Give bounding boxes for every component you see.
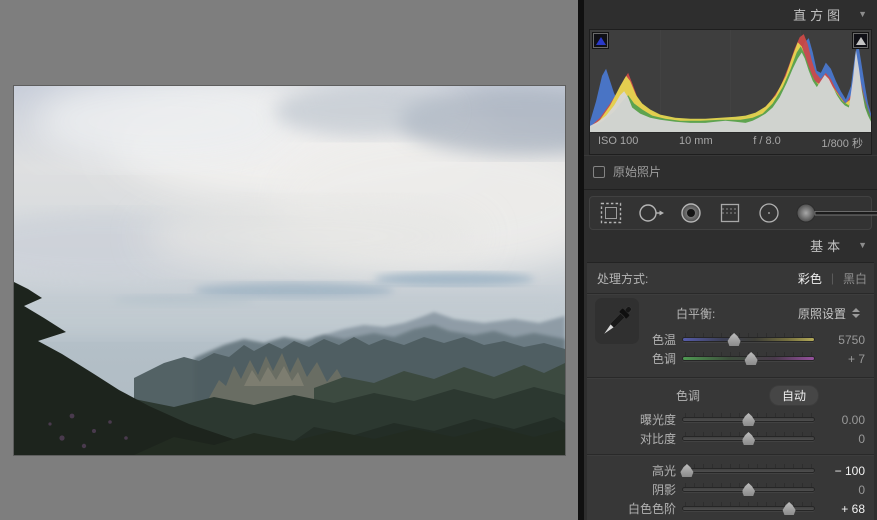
eyedropper-icon [595, 299, 639, 343]
original-photo-row: 原始照片 [584, 155, 877, 190]
exif-iso: ISO 100 [598, 135, 638, 151]
wb-label: 白平衡: [676, 305, 715, 322]
red-eye-icon [678, 200, 704, 226]
highlight-clipping-indicator[interactable] [853, 33, 868, 48]
crop-overlay-tool[interactable] [598, 200, 624, 226]
adjustment-brush-icon [795, 200, 877, 226]
basic-panel: 处理方式: 彩色 | 黑白 [587, 262, 874, 520]
basic-title: 基本 [810, 236, 844, 255]
lightroom-develop-window: 直方图 ▼ ISO [0, 0, 877, 520]
histogram-title: 直方图 [793, 5, 844, 24]
white-balance-section: 白平衡: 原照设置 色温 5750 [587, 294, 874, 377]
exposure-slider-row: 曝光度 0.00 [587, 410, 874, 429]
shadows-label: 阴影 [590, 481, 676, 498]
right-panel: 直方图 ▼ ISO [584, 0, 877, 520]
histogram-graphic [590, 30, 871, 132]
collapse-triangle-icon[interactable]: ▼ [858, 240, 867, 250]
highlights-slider[interactable] [682, 468, 815, 473]
temp-value: 5750 [821, 333, 871, 347]
slider-ticks [685, 333, 812, 337]
shadows-value: 0 [821, 483, 871, 497]
histogram-header[interactable]: 直方图 ▼ [584, 0, 877, 28]
spot-removal-tool[interactable] [637, 200, 665, 226]
exif-info-row: ISO 100 10 mm f / 8.0 1/800 秒 [590, 132, 871, 154]
exif-shutter: 1/800 秒 [821, 135, 863, 151]
spot-removal-icon [637, 200, 665, 226]
tint-value: + 7 [821, 352, 871, 366]
contrast-slider-row: 对比度 0 [587, 429, 874, 448]
slider-ticks [685, 502, 812, 506]
highlights-label: 高光 [590, 462, 676, 479]
whites-label: 白色色阶 [590, 500, 676, 517]
collapse-triangle-icon[interactable]: ▼ [858, 9, 867, 19]
graduated-filter-icon [717, 200, 743, 226]
exposure-slider[interactable] [682, 417, 815, 422]
treatment-label: 处理方式: [597, 270, 648, 287]
tint-slider[interactable] [682, 356, 815, 361]
tone-header-row: 色调 自动 [587, 382, 874, 408]
highlights-value: − 100 [821, 464, 871, 478]
tone-label: 色调 [676, 387, 700, 404]
contrast-value: 0 [821, 432, 871, 446]
treatment-color-option[interactable]: 彩色 [798, 270, 822, 287]
shadows-slider[interactable] [682, 487, 815, 492]
photo[interactable] [14, 86, 565, 455]
basic-header[interactable]: 基本 ▼ [584, 230, 877, 260]
exposure-label: 曝光度 [590, 411, 676, 428]
treatment-divider: | [831, 271, 834, 285]
original-photo-label: 原始照片 [613, 163, 661, 180]
photo-canvas [0, 0, 578, 520]
wb-eyedropper-button[interactable] [595, 298, 639, 344]
exposure-value: 0.00 [821, 413, 871, 427]
histogram-plot[interactable] [590, 30, 871, 132]
adjustment-brush-tool[interactable] [795, 200, 877, 226]
auto-tone-button[interactable]: 自动 [769, 385, 819, 406]
exif-aperture: f / 8.0 [753, 135, 781, 151]
wb-preset-dropdown[interactable]: 原照设置 [798, 305, 860, 322]
tone-section: 色调 自动 曝光度 0.00 对比度 [587, 378, 874, 520]
radial-filter-icon [756, 200, 782, 226]
original-photo-checkbox[interactable] [593, 166, 605, 178]
contrast-label: 对比度 [590, 430, 676, 447]
tint-label: 色调 [590, 350, 676, 367]
spinner-arrows-icon [852, 308, 860, 318]
radial-filter-tool[interactable] [756, 200, 782, 226]
shadows-slider-row: 阴影 0 [587, 480, 874, 499]
temp-slider[interactable] [682, 337, 815, 342]
exif-focal-length: 10 mm [679, 135, 713, 151]
tint-slider-row: 色调 + 7 [587, 349, 874, 368]
treatment-row: 处理方式: 彩色 | 黑白 [587, 263, 874, 293]
highlight-clipping-icon [856, 37, 866, 45]
toolstrip [589, 196, 872, 230]
crop-icon [598, 200, 624, 226]
shadow-clipping-indicator[interactable] [593, 33, 608, 48]
whites-slider-row: 白色色阶 + 68 [587, 499, 874, 518]
whites-slider[interactable] [682, 506, 815, 511]
contrast-slider[interactable] [682, 436, 815, 441]
slider-ticks [685, 464, 812, 468]
treatment-bw-option[interactable]: 黑白 [843, 270, 867, 287]
graduated-filter-tool[interactable] [717, 200, 743, 226]
shadow-clipping-icon [596, 37, 606, 45]
wb-preset-value: 原照设置 [798, 305, 846, 322]
red-eye-tool[interactable] [678, 200, 704, 226]
histogram-panel: ISO 100 10 mm f / 8.0 1/800 秒 [589, 29, 872, 155]
highlights-slider-row: 高光 − 100 [587, 461, 874, 480]
whites-value: + 68 [821, 502, 871, 516]
landscape-photo-graphic [14, 86, 565, 455]
